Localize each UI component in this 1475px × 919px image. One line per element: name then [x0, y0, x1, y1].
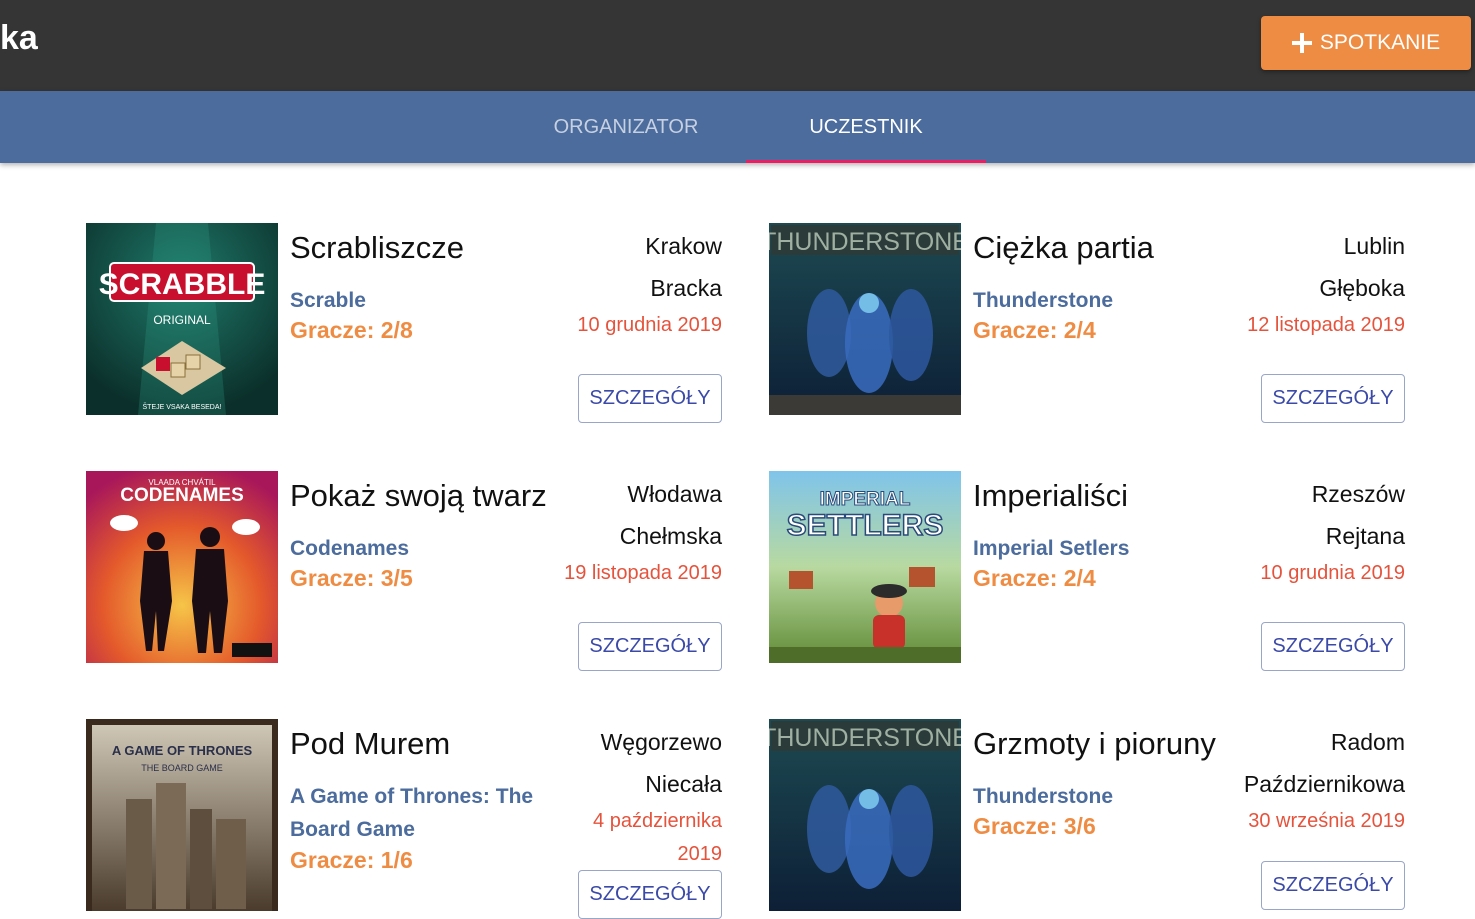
meeting-title: Scrabliszcze: [290, 230, 464, 265]
meeting-card: SCRABBLE ORIGINAL ŠTEJE VSAKA BESEDA! Sc…: [86, 223, 722, 423]
meeting-street: Głęboka: [1319, 275, 1405, 301]
tab-bar: ORGANIZATOR UCZESTNIK: [0, 91, 1475, 163]
details-button[interactable]: SZCZEGÓŁY: [1261, 622, 1405, 671]
meeting-date: 4 października 2019: [593, 810, 722, 865]
meeting-card: A GAME OF THRONES THE BOARD GAME Pod Mur…: [86, 719, 722, 919]
players-count: Gracze: 2/8: [290, 317, 413, 343]
meeting-city: Lublin: [1343, 233, 1405, 259]
meeting-city: Węgorzewo: [600, 729, 722, 755]
meeting-title: Pod Murem: [290, 726, 451, 761]
meeting-city: Krakow: [645, 233, 722, 259]
game-name[interactable]: Codenames: [290, 532, 560, 565]
meeting-city: Rzeszów: [1311, 481, 1405, 507]
players-count: Gracze: 2/4: [973, 565, 1096, 591]
meeting-city: Włodawa: [627, 481, 722, 507]
add-meeting-button[interactable]: SPOTKANIE: [1261, 16, 1471, 70]
meeting-street: Niecała: [645, 771, 722, 797]
plus-icon: [1291, 33, 1312, 53]
game-name[interactable]: Thunderstone: [973, 284, 1243, 317]
svg-text:THE BOARD GAME: THE BOARD GAME: [141, 763, 223, 773]
svg-text:IMPERIAL: IMPERIAL: [820, 489, 911, 510]
details-button[interactable]: SZCZEGÓŁY: [1261, 374, 1405, 423]
meeting-title: Pokaż swoją twarz: [290, 478, 547, 513]
app-brand[interactable]: ka: [0, 18, 38, 58]
add-meeting-label: SPOTKANIE: [1319, 31, 1441, 54]
app-bar: ka SPOTKANIE: [0, 0, 1475, 91]
svg-text:CODENAMES: CODENAMES: [120, 485, 244, 506]
meeting-date: 12 listopada 2019: [1247, 314, 1405, 336]
svg-text:ŠTEJE VSAKA BESEDA!: ŠTEJE VSAKA BESEDA!: [143, 402, 222, 411]
svg-text:A GAME OF THRONES: A GAME OF THRONES: [112, 743, 253, 758]
scrabble-cover-icon[interactable]: SCRABBLE ORIGINAL ŠTEJE VSAKA BESEDA!: [86, 223, 278, 415]
meeting-date: 10 grudnia 2019: [1260, 562, 1405, 584]
tab-uczestnik[interactable]: UCZESTNIK: [746, 91, 986, 163]
details-button[interactable]: SZCZEGÓŁY: [578, 622, 722, 671]
codenames-cover-icon[interactable]: VLAADA CHVÁTIL CODENAMES: [86, 471, 278, 663]
players-count: Gracze: 1/6: [290, 847, 413, 873]
meeting-card: IMPERIAL SETTLERS Imperialiści Imperial …: [769, 471, 1405, 671]
meeting-street: Bracka: [650, 275, 722, 301]
thunderstone-cover-icon[interactable]: THUNDERSTONE: [769, 719, 961, 911]
meeting-date: 19 listopada 2019: [564, 562, 722, 584]
details-button[interactable]: SZCZEGÓŁY: [1261, 861, 1405, 910]
meeting-card: THUNDERSTONE Grzmoty i pioruny Thunderst…: [769, 719, 1405, 919]
game-name[interactable]: Scrable: [290, 284, 560, 317]
svg-text:SETTLERS: SETTLERS: [787, 509, 944, 542]
thunderstone-cover-icon[interactable]: THUNDERSTONE: [769, 223, 961, 415]
meeting-title: Imperialiści: [973, 478, 1129, 513]
meeting-card: THUNDERSTONE Ciężka partia Thunderstone …: [769, 223, 1405, 423]
svg-text:THUNDERSTONE: THUNDERSTONE: [769, 724, 961, 752]
svg-text:THUNDERSTONE: THUNDERSTONE: [769, 228, 961, 256]
imperial-settlers-cover-icon[interactable]: IMPERIAL SETTLERS: [769, 471, 961, 663]
meeting-title: Ciężka partia: [973, 230, 1154, 265]
meeting-street: Chełmska: [619, 523, 722, 549]
details-button[interactable]: SZCZEGÓŁY: [578, 374, 722, 423]
players-count: Gracze: 3/6: [973, 813, 1096, 839]
players-count: Gracze: 2/4: [973, 317, 1096, 343]
meeting-city: Radom: [1330, 729, 1405, 755]
svg-text:ORIGINAL: ORIGINAL: [153, 313, 211, 327]
details-button[interactable]: SZCZEGÓŁY: [578, 870, 722, 919]
players-count: Gracze: 3/5: [290, 565, 413, 591]
meeting-street: Październikowa: [1243, 771, 1405, 797]
game-name[interactable]: Imperial Setlers: [973, 532, 1243, 565]
tab-organizator[interactable]: ORGANIZATOR: [506, 91, 746, 163]
meeting-title: Grzmoty i pioruny: [973, 726, 1216, 761]
meeting-card: VLAADA CHVÁTIL CODENAMES Pokaż swoją twa…: [86, 471, 722, 671]
game-of-thrones-cover-icon[interactable]: A GAME OF THRONES THE BOARD GAME: [86, 719, 278, 911]
meeting-date: 10 grudnia 2019: [577, 314, 722, 336]
meeting-street: Rejtana: [1325, 523, 1405, 549]
game-name[interactable]: A Game of Thrones: The Board Game: [290, 780, 560, 846]
svg-text:SCRABBLE: SCRABBLE: [99, 268, 266, 301]
meeting-date: 30 września 2019: [1248, 810, 1405, 832]
